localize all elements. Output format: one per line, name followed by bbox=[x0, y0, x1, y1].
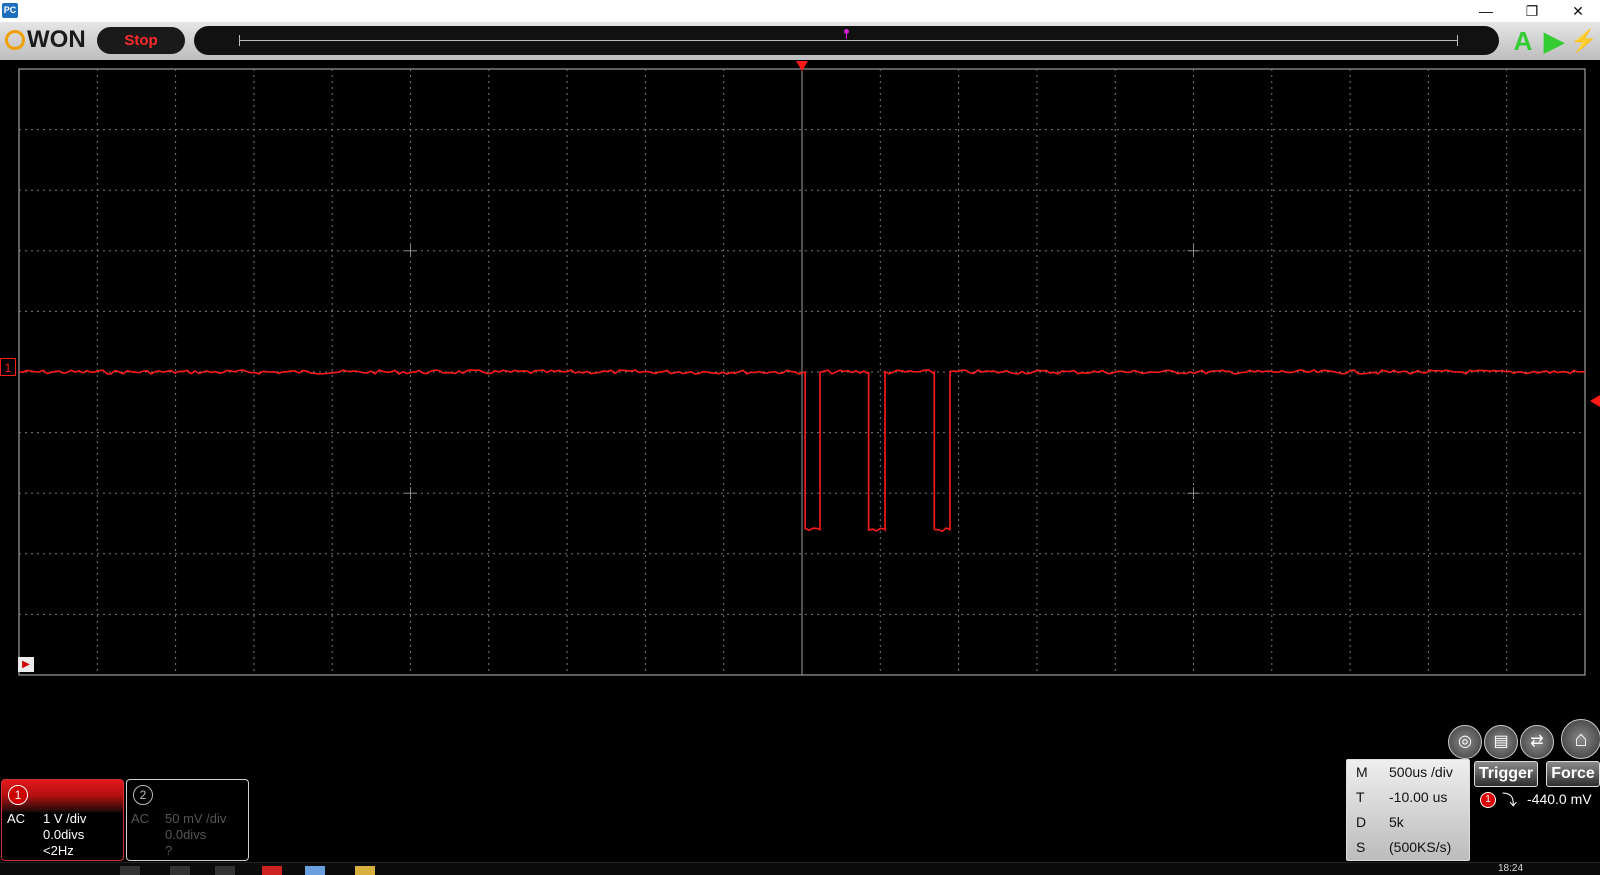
channel1-coupling: AC bbox=[7, 811, 26, 826]
trigger-info[interactable]: 1 ⤵ -440.0 mV bbox=[1472, 787, 1599, 861]
channel1-offset: 0.0divs bbox=[43, 827, 85, 842]
trigger-level-marker bbox=[1590, 395, 1600, 407]
trigger-level-value: -440.0 mV bbox=[1527, 791, 1592, 807]
channel1-frequency: <2Hz bbox=[43, 843, 74, 858]
measure-icon[interactable]: ◎ bbox=[1448, 725, 1482, 759]
timebase-row: M 500us /div bbox=[1347, 760, 1471, 785]
trigger-time-key: T bbox=[1356, 789, 1365, 805]
save-icon[interactable]: ▤ bbox=[1484, 725, 1518, 759]
timebase-value: 500us /div bbox=[1389, 764, 1453, 780]
sample-rate-key: S bbox=[1356, 839, 1366, 855]
waveform-display[interactable] bbox=[0, 0, 1600, 700]
channel2-scale: 50 mV /div bbox=[165, 811, 227, 826]
taskbar: 18:24 bbox=[0, 862, 1600, 875]
force-button[interactable]: Force bbox=[1546, 761, 1600, 787]
channel2-panel[interactable]: 2 AC 50 mV /div 0.0divs ? bbox=[126, 779, 249, 861]
depth-value: 5k bbox=[1389, 814, 1404, 830]
trigger-source-badge: 1 bbox=[1480, 792, 1496, 808]
depth-key: D bbox=[1356, 814, 1367, 830]
taskbar-clock: 18:24 bbox=[1498, 863, 1524, 874]
channel1-scale: 1 V /div bbox=[43, 811, 87, 826]
channel1-number-badge: 1 bbox=[8, 785, 28, 805]
trigger-time-row: T -10.00 us bbox=[1347, 785, 1471, 810]
channel1-offset-handle[interactable]: 1 bbox=[0, 358, 16, 376]
channel2-frequency: ? bbox=[165, 843, 173, 858]
channel2-coupling: AC bbox=[131, 811, 150, 826]
utility-icon[interactable]: ⇄ bbox=[1520, 725, 1554, 759]
channel1-panel[interactable]: 1 AC 1 V /div 0.0divs <2Hz bbox=[1, 779, 124, 861]
trigger-time-value: -10.00 us bbox=[1389, 789, 1448, 805]
falling-edge-icon: ⤵ bbox=[1502, 792, 1518, 809]
sample-rate-row: S (500KS/s) bbox=[1347, 835, 1471, 860]
trigger-button[interactable]: Trigger bbox=[1474, 761, 1538, 787]
home-icon[interactable]: ⌂ bbox=[1561, 719, 1600, 759]
channel2-offset: 0.0divs bbox=[165, 827, 207, 842]
sample-rate-value: (500KS/s) bbox=[1389, 839, 1452, 855]
channel2-number-badge: 2 bbox=[133, 785, 153, 805]
expand-view-button[interactable]: ▶ bbox=[18, 657, 34, 672]
timebase-key: M bbox=[1356, 764, 1368, 780]
timebase-panel[interactable]: M 500us /div T -10.00 us D 5k S (500KS/s… bbox=[1346, 759, 1470, 861]
depth-row: D 5k bbox=[1347, 810, 1471, 835]
